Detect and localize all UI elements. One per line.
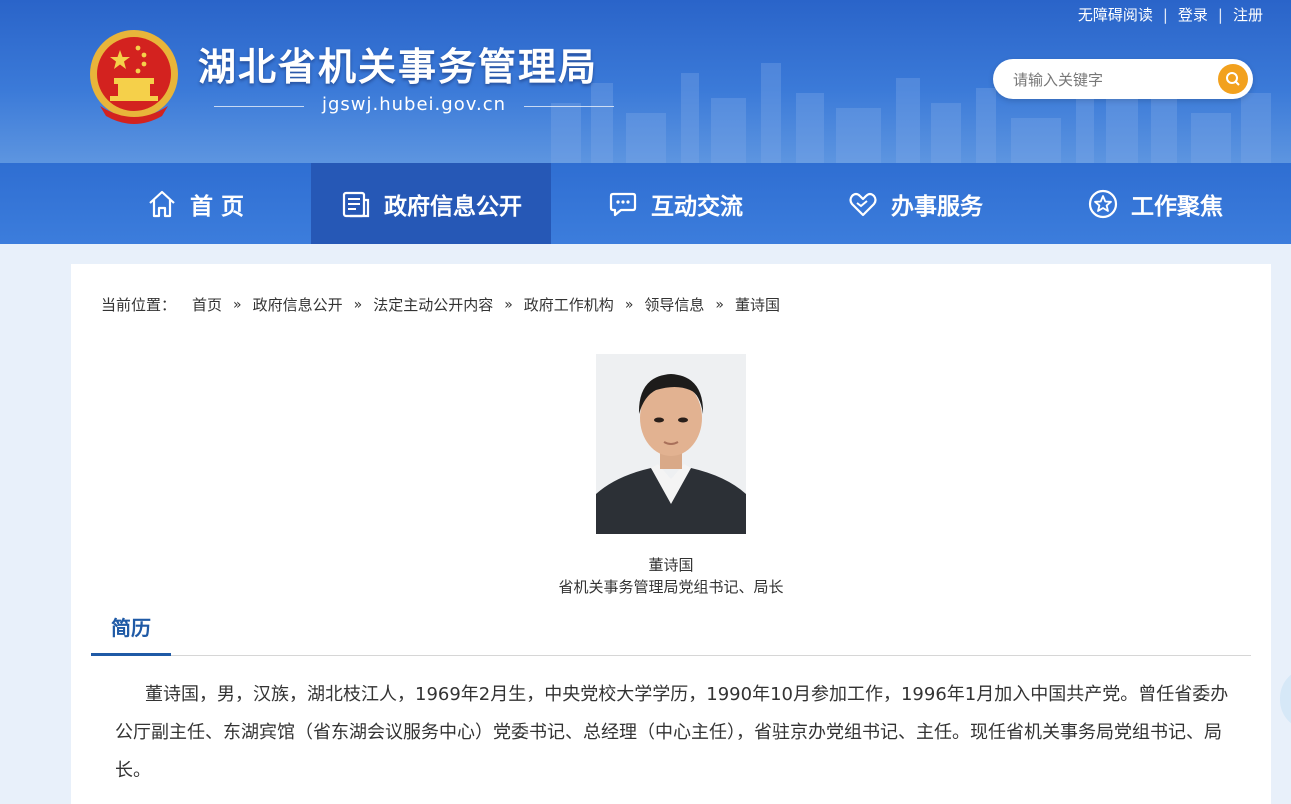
leader-position: 省机关事务管理局党组书记、局长 — [558, 578, 784, 596]
resume-text: 董诗国，男，汉族，湖北枝江人，1969年2月生，中央党校大学学历，1990年10… — [115, 684, 1229, 781]
breadcrumb-leaders[interactable]: 领导信息 — [644, 294, 704, 315]
register-link[interactable]: 注册 — [1233, 4, 1263, 25]
site-title: 湖北省机关事务管理局 — [198, 45, 599, 89]
nav-item-label: 工作聚焦 — [1131, 193, 1223, 220]
home-icon — [149, 190, 175, 217]
site-url: jgswj.hubei.gov.cn — [214, 94, 614, 115]
content-panel: 当前位置： 首页 » 政府信息公开 » 法定主动公开内容 » 政府工作机构 » … — [71, 264, 1271, 804]
star-icon — [1088, 189, 1118, 218]
breadcrumb: 当前位置： 首页 » 政府信息公开 » 法定主动公开内容 » 政府工作机构 » … — [101, 294, 780, 315]
breadcrumb-gov-info[interactable]: 政府信息公开 — [253, 294, 343, 315]
chat-icon — [609, 192, 637, 216]
leader-name: 董诗国 — [648, 556, 694, 574]
breadcrumb-separator: » — [715, 296, 724, 313]
nav-item-services[interactable]: 办事服务 — [820, 163, 1010, 244]
nav-item-label: 办事服务 — [891, 193, 983, 220]
breadcrumb-separator: » — [353, 296, 363, 313]
nav-item-interaction[interactable]: 互动交流 — [580, 163, 770, 244]
document-icon — [342, 191, 370, 217]
search-button[interactable] — [1218, 64, 1248, 94]
portrait-image — [596, 354, 746, 534]
tab-active-indicator — [91, 653, 171, 656]
tab-resume[interactable]: 简历 — [91, 612, 171, 656]
leader-photo — [596, 354, 746, 534]
breadcrumb-agencies[interactable]: 政府工作机构 — [524, 294, 614, 315]
search-input[interactable] — [1011, 68, 1205, 92]
top-links: 无障碍阅读 | 登录 | 注册 — [1078, 4, 1263, 25]
breadcrumb-statutory[interactable]: 法定主动公开内容 — [373, 294, 493, 315]
search-box — [993, 59, 1253, 99]
search-icon — [1226, 72, 1240, 86]
login-link[interactable]: 登录 — [1178, 4, 1208, 25]
link-separator: | — [1217, 5, 1223, 24]
heart-hand-icon — [849, 192, 877, 216]
site-header: 无障碍阅读 | 登录 | 注册 湖北省机关事务管理局 jgswj.hubei.g… — [0, 0, 1291, 163]
accessible-reading-link[interactable]: 无障碍阅读 — [1078, 4, 1153, 25]
nav-item-work-focus[interactable]: 工作聚焦 — [1060, 163, 1250, 244]
breadcrumb-current: 董诗国 — [734, 296, 780, 314]
link-separator: | — [1162, 5, 1168, 24]
breadcrumb-separator: » — [233, 296, 242, 313]
main-nav: 首 页 政府信息公开 互动交流 办事服务 工作聚焦 — [0, 163, 1291, 244]
breadcrumb-label: 当前位置： — [101, 296, 177, 314]
nav-item-gov-info[interactable]: 政府信息公开 — [311, 163, 551, 244]
nav-item-label: 政府信息公开 — [384, 193, 522, 220]
breadcrumb-separator: » — [504, 296, 513, 313]
breadcrumb-separator: » — [624, 296, 634, 313]
nav-item-home[interactable]: 首 页 — [110, 163, 280, 244]
nav-item-label: 互动交流 — [651, 193, 743, 220]
national-emblem-logo[interactable] — [86, 28, 182, 128]
breadcrumb-home[interactable]: 首页 — [192, 294, 222, 315]
nav-item-label: 首 页 — [189, 193, 244, 220]
floating-side-widget[interactable] — [1280, 668, 1291, 730]
tab-divider — [91, 655, 1251, 656]
